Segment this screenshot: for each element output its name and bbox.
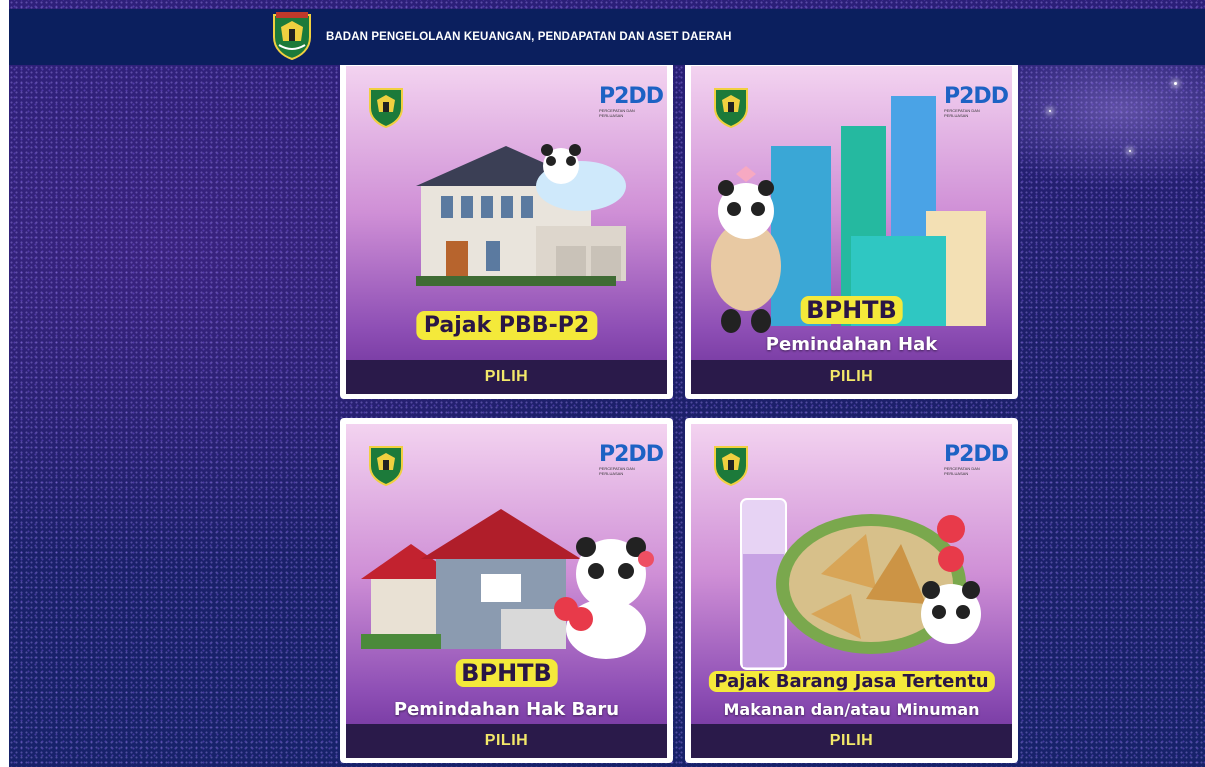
card-subtitle: Pemindahan Hak — [765, 334, 938, 355]
header-bar: BADAN PENGELOLAAN KEUANGAN, PENDAPATAN D… — [9, 9, 1205, 65]
card-bphtb-pemindahan-hak[interactable]: P2DD PERCEPATAN DAN PERLUASAN BPHTB Pemi… — [685, 60, 1018, 399]
pilih-button[interactable]: PILIH — [691, 360, 1012, 394]
card-pbb-p2[interactable]: P2DD PERCEPATAN DAN PERLUASAN Pajak PBB-… — [340, 60, 673, 399]
card-subtitle: Makanan dan/atau Minuman — [723, 700, 980, 719]
page-title: BADAN PENGELOLAAN KEUANGAN, PENDAPATAN D… — [326, 31, 732, 43]
red-house-illustration — [361, 509, 654, 659]
card-pajak-barang-jasa-tertentu[interactable]: P2DD PERCEPATAN DAN PERLUASAN Pajak Bara… — [685, 418, 1018, 763]
star-icon — [1049, 110, 1051, 112]
star-icon — [1129, 150, 1131, 152]
star-icon — [1174, 82, 1177, 85]
card-illustration: P2DD PERCEPATAN DAN PERLUASAN BPHTB Pemi… — [346, 424, 667, 758]
pilih-button[interactable]: PILIH — [346, 724, 667, 758]
pilih-button[interactable]: PILIH — [691, 724, 1012, 758]
card-subtitle: Pemindahan Hak Baru — [393, 699, 620, 720]
p2dd-badge: P2DD PERCEPATAN DAN PERLUASAN — [599, 84, 664, 119]
card-bphtb-pemindahan-hak-baru[interactable]: P2DD PERCEPATAN DAN PERLUASAN BPHTB Pemi… — [340, 418, 673, 763]
food-drink-illustration — [740, 498, 981, 670]
pilih-button[interactable]: PILIH — [346, 360, 667, 394]
regency-shield-logo-icon — [369, 446, 403, 486]
card-illustration: P2DD PERCEPATAN DAN PERLUASAN BPHTB Pemi… — [691, 66, 1012, 394]
regency-shield-logo-icon[interactable] — [271, 11, 313, 61]
p2dd-badge: P2DD PERCEPATAN DAN PERLUASAN — [599, 442, 664, 477]
regency-shield-logo-icon — [369, 88, 403, 128]
card-illustration: P2DD PERCEPATAN DAN PERLUASAN Pajak PBB-… — [346, 66, 667, 394]
house-illustration — [416, 144, 626, 286]
card-title: BPHTB — [455, 659, 558, 687]
card-title: BPHTB — [800, 296, 903, 324]
card-illustration: P2DD PERCEPATAN DAN PERLUASAN Pajak Bara… — [691, 424, 1012, 758]
card-title: Pajak PBB-P2 — [415, 311, 598, 340]
p2dd-badge: P2DD PERCEPATAN DAN PERLUASAN — [944, 442, 1009, 477]
card-title: Pajak Barang Jasa Tertentu — [708, 671, 995, 692]
